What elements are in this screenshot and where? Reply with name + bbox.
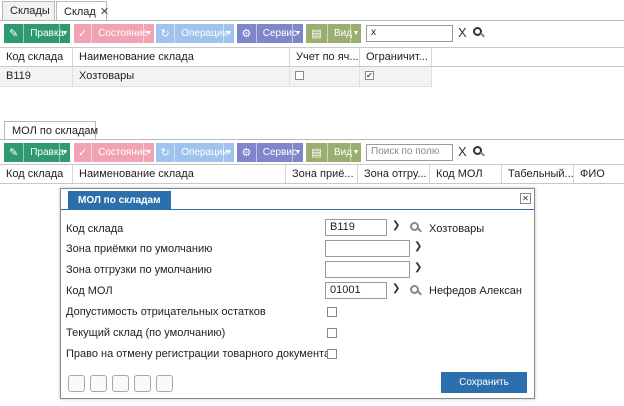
gear-icon: ⚙ — [237, 24, 257, 43]
chevron-down-icon[interactable]: ▼ — [292, 24, 303, 43]
column-header-warehouse-code[interactable]: Код склада — [0, 48, 73, 67]
warehouse-code-label: Код склада — [66, 223, 124, 235]
tab-mol-by-warehouses[interactable]: МОЛ по складам — [4, 121, 99, 140]
column-header-receiving-zone[interactable]: Зона приё... — [286, 165, 358, 184]
service-button-2[interactable]: ⚙ Сервис ▼ — [237, 143, 303, 162]
action-button-1[interactable] — [68, 375, 85, 392]
action-button-2[interactable] — [90, 375, 107, 392]
chevron-down-icon[interactable]: ❯ — [392, 283, 400, 294]
column-header-warehouse-code-2[interactable]: Код склада — [0, 165, 73, 184]
clear-search-button[interactable]: X — [458, 25, 467, 40]
close-icon[interactable]: ✕ — [100, 6, 109, 18]
search-icon[interactable] — [473, 27, 485, 39]
gear-icon: ⚙ — [237, 143, 257, 162]
edit-button-2[interactable]: ✎ Правка ▼ — [4, 143, 70, 162]
grid2-header-line — [0, 183, 624, 184]
dialog-title-line — [61, 209, 534, 210]
action-button-5[interactable] — [156, 375, 173, 392]
column-header-warehouse-name-2[interactable]: Наименование склада — [73, 165, 286, 184]
save-button[interactable]: Сохранить — [441, 372, 527, 393]
warehouse-name-value: Хозтовары — [429, 223, 485, 235]
tab-mol-label: МОЛ по складам — [12, 125, 99, 137]
shipping-zone-label: Зона отгрузки по умолчанию — [66, 264, 212, 276]
table-row[interactable]: B119 Хозтовары ✔ — [0, 67, 432, 86]
dialog-title-tab: МОЛ по складам — [68, 191, 171, 210]
tab-warehouse-label: Склад — [64, 6, 96, 18]
chevron-down-icon[interactable]: ▼ — [59, 143, 70, 162]
negative-balance-label: Допустимость отрицательных остатков — [66, 306, 266, 318]
column-header-mol-code[interactable]: Код МОЛ — [430, 165, 502, 184]
limited-checkbox[interactable]: ✔ — [365, 71, 374, 80]
grid1-row-line — [0, 86, 432, 87]
search-icon[interactable] — [410, 222, 422, 234]
table-icon: ▤ — [306, 143, 328, 162]
cell-limited: ✔ — [360, 67, 432, 86]
chevron-down-icon[interactable]: ▼ — [59, 24, 70, 43]
chevron-down-icon[interactable]: ❯ — [414, 262, 422, 273]
column-header-full-name[interactable]: ФИО — [574, 165, 624, 184]
search-input[interactable]: x — [366, 25, 453, 42]
cell-warehouse-code: B119 — [0, 67, 73, 86]
column-header-shipping-zone[interactable]: Зона отгру... — [358, 165, 430, 184]
warehouse-code-field[interactable]: B119 — [325, 219, 387, 236]
chevron-down-icon[interactable]: ▼ — [143, 143, 154, 162]
tab-warehouse[interactable]: Склад ✕ — [56, 1, 109, 21]
refresh-icon: ↻ — [156, 24, 176, 43]
state-button[interactable]: ✓ Состояние ▼ — [74, 24, 154, 43]
column-header-personnel-number[interactable]: Табельный... — [502, 165, 574, 184]
chevron-down-icon[interactable]: ▼ — [223, 24, 234, 43]
mol-name-value: Нефедов Алексан — [429, 285, 522, 297]
edit-button[interactable]: ✎ Правка ▼ — [4, 24, 70, 43]
tab-warehouses[interactable]: Склады — [2, 1, 55, 20]
operations-button-2[interactable]: ↻ Операции ▼ — [156, 143, 234, 162]
negative-balance-checkbox[interactable] — [327, 307, 337, 317]
cancel-registration-checkbox[interactable] — [327, 349, 337, 359]
shipping-zone-field[interactable] — [325, 261, 410, 278]
cell-accounting-checkbox[interactable] — [295, 71, 304, 80]
cell-cell-accounting — [290, 67, 360, 86]
column-header-warehouse-name[interactable]: Наименование склада — [73, 48, 290, 67]
pencil-icon: ✎ — [4, 24, 25, 43]
cell-warehouse-name: Хозтовары — [73, 67, 290, 86]
chevron-down-icon[interactable]: ▼ — [223, 143, 234, 162]
service-button[interactable]: ⚙ Сервис ▼ — [237, 24, 303, 43]
chevron-down-icon[interactable]: ▼ — [350, 24, 361, 43]
dialog-close-button[interactable]: ✕ — [520, 193, 531, 204]
view-button[interactable]: ▤ Вид ▼ — [306, 24, 361, 43]
state-button-2[interactable]: ✓ Состояние ▼ — [74, 143, 154, 162]
check-circle-icon: ✓ — [74, 24, 93, 43]
view-button-2[interactable]: ▤ Вид ▼ — [306, 143, 361, 162]
chevron-down-icon[interactable]: ▼ — [292, 143, 303, 162]
cancel-registration-label: Право на отмену регистрации товарного до… — [66, 348, 331, 360]
search-icon[interactable] — [473, 146, 485, 158]
field-search-input[interactable]: Поиск по полю — [366, 144, 453, 161]
chevron-down-icon[interactable]: ▼ — [350, 143, 361, 162]
table-icon: ▤ — [306, 24, 328, 43]
chevron-down-icon[interactable]: ❯ — [392, 220, 400, 231]
check-circle-icon: ✓ — [74, 143, 93, 162]
search-icon[interactable] — [410, 285, 422, 297]
pencil-icon: ✎ — [4, 143, 25, 162]
mol-code-label: Код МОЛ — [66, 285, 113, 297]
column-header-cell-accounting[interactable]: Учет по яч... — [290, 48, 360, 67]
action-button-3[interactable] — [112, 375, 129, 392]
action-button-4[interactable] — [134, 375, 151, 392]
clear-search-button-2[interactable]: X — [458, 144, 467, 159]
operations-button[interactable]: ↻ Операции ▼ — [156, 24, 234, 43]
column-header-limited[interactable]: Ограничит... — [360, 48, 432, 67]
chevron-down-icon[interactable]: ▼ — [143, 24, 154, 43]
receiving-zone-field[interactable] — [325, 240, 410, 257]
chevron-down-icon[interactable]: ❯ — [414, 241, 422, 252]
mol-dialog: МОЛ по складам ✕ Код склада B119 ❯ Хозто… — [60, 188, 535, 399]
receiving-zone-label: Зона приёмки по умолчанию — [66, 243, 213, 255]
current-warehouse-checkbox[interactable] — [327, 328, 337, 338]
mol-code-field[interactable]: 01001 — [325, 282, 387, 299]
section-tab-divider — [0, 139, 624, 140]
refresh-icon: ↻ — [156, 143, 176, 162]
current-warehouse-label: Текущий склад (по умолчанию) — [66, 327, 226, 339]
tab-warehouses-label: Склады — [10, 5, 50, 17]
tab-divider — [0, 20, 624, 21]
